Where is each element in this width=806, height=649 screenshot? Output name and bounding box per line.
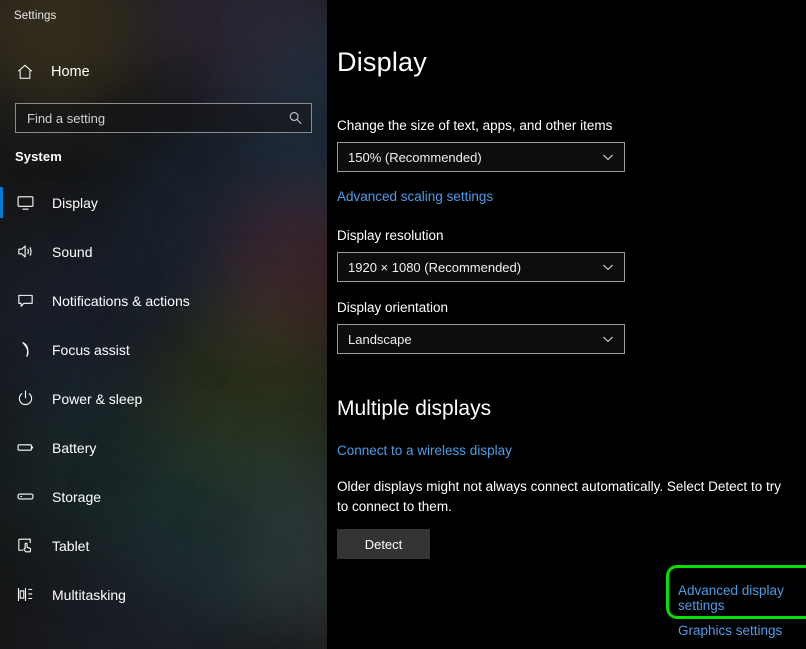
orientation-value: Landscape [348,331,412,347]
main-content: Display Change the size of text, apps, a… [327,0,806,649]
home-icon [16,63,34,81]
speaker-icon [16,242,35,261]
sidebar-item-battery[interactable]: Battery [0,423,327,472]
power-icon [16,389,35,408]
resolution-label: Display resolution [337,228,444,243]
storage-icon [16,487,35,506]
sidebar-item-label: Notifications & actions [52,292,190,309]
window-title: Settings [14,10,57,22]
sidebar-item-tablet[interactable]: Tablet [0,521,327,570]
sidebar-item-label: Storage [52,488,102,505]
scale-group: Change the size of text, apps, and other… [337,118,806,172]
sidebar-item-storage[interactable]: Storage [0,472,327,521]
settings-window: Settings Home Find a setting System Disp… [0,0,806,649]
sidebar-item-label: Multitasking [52,586,126,603]
sidebar-item-home[interactable]: Home [0,52,327,92]
search-container [0,92,327,133]
sidebar-item-label: Tablet [52,537,90,554]
connect-wireless-display-link[interactable]: Connect to a wireless display [337,443,512,458]
resolution-group: Display resolution 1920 × 1080 (Recommen… [337,228,806,282]
scale-label: Change the size of text, apps, and other… [337,118,613,133]
resolution-value: 1920 × 1080 (Recommended) [348,259,522,275]
advanced-display-settings-link[interactable]: Advanced display settings [678,583,806,613]
sidebar-item-label: Power & sleep [52,390,143,407]
search-box[interactable] [15,103,312,133]
scale-dropdown[interactable]: 150% (Recommended) [337,142,625,172]
home-label: Home [51,64,90,80]
sidebar-item-display[interactable]: Display [0,178,327,227]
resolution-dropdown[interactable]: 1920 × 1080 (Recommended) [337,252,625,282]
page-title: Display [337,47,427,77]
titlebar: Settings [0,0,327,32]
orientation-label: Display orientation [337,300,449,315]
sidebar-item-sound[interactable]: Sound [0,227,327,276]
detect-button[interactable]: Detect [337,529,430,560]
graphics-settings-link[interactable]: Graphics settings [678,623,782,638]
sidebar-item-multitasking[interactable]: Multitasking [0,570,327,619]
tablet-icon [16,536,35,555]
sidebar-item-notifications[interactable]: Notifications & actions [0,276,327,325]
battery-icon [16,438,35,457]
sidebar-item-label: Display [52,194,98,211]
sidebar-item-focus-assist[interactable]: Focus assist [0,325,327,374]
sidebar: Settings Home Find a setting System Disp… [0,0,327,649]
multiple-displays-title: Multiple displays [337,397,492,420]
sidebar-item-label: Sound [52,243,93,260]
orientation-group: Display orientation Landscape [337,300,806,354]
sidebar-item-label: Focus assist [52,341,130,358]
orientation-dropdown[interactable]: Landscape [337,324,625,354]
sidebar-section-header: System [15,149,62,164]
advanced-scaling-settings-link[interactable]: Advanced scaling settings [337,189,493,204]
sidebar-item-label: Battery [52,439,97,456]
sidebar-item-power-sleep[interactable]: Power & sleep [0,374,327,423]
multiple-displays-description: Older displays might not always connect … [337,479,781,514]
scale-value: 150% (Recommended) [348,149,482,165]
monitor-icon [16,193,35,212]
sidebar-nav: Display Sound Notifications & actions Fo… [0,178,327,619]
multitasking-icon [16,585,35,604]
notification-icon [16,291,35,310]
moon-icon [16,340,35,359]
search-input[interactable] [16,104,311,132]
